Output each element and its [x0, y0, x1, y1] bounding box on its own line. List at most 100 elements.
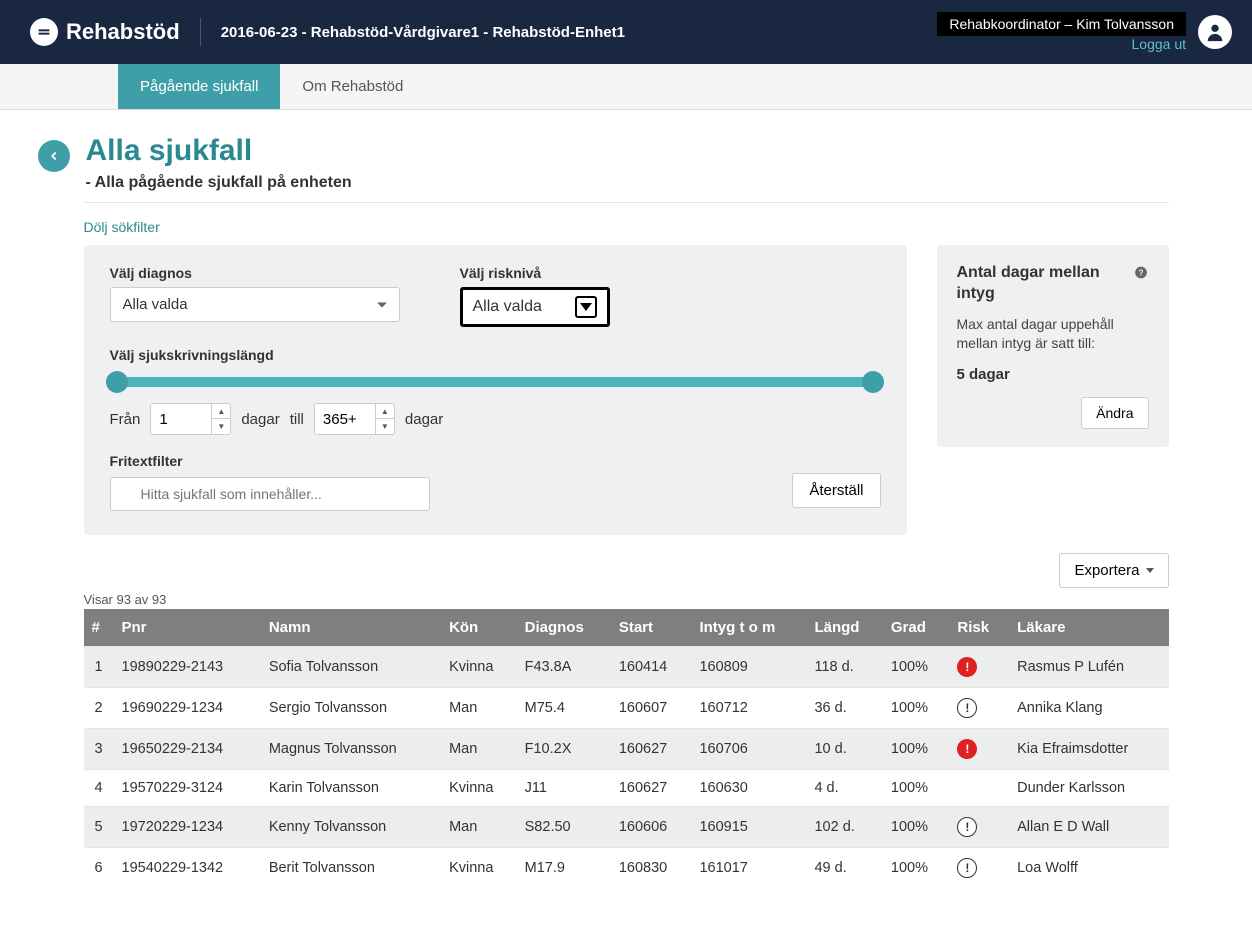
col-namn[interactable]: Namn	[261, 609, 441, 647]
freetext-input[interactable]	[110, 477, 430, 511]
cell-langd: 4 d.	[806, 770, 882, 807]
length-slider[interactable]	[110, 377, 881, 387]
cell-diagnos: F43.8A	[517, 647, 611, 688]
to-step-down[interactable]: ▼	[376, 419, 394, 434]
col-lakare[interactable]: Läkare	[1009, 609, 1168, 647]
tabs-bar: Pågående sjukfall Om Rehabstöd	[0, 64, 1252, 110]
col-grad[interactable]: Grad	[883, 609, 950, 647]
svg-text:?: ?	[1139, 268, 1144, 277]
avatar[interactable]	[1198, 15, 1232, 49]
cell-namn: Berit Tolvansson	[261, 848, 441, 889]
col-index[interactable]: #	[84, 609, 114, 647]
from-step-down[interactable]: ▼	[212, 419, 230, 434]
cell-pnr: 19540229-1342	[114, 848, 261, 889]
col-diagnos[interactable]: Diagnos	[517, 609, 611, 647]
sjukfall-table: # Pnr Namn Kön Diagnos Start Intyg t o m…	[84, 609, 1169, 888]
from-label: Från	[110, 411, 141, 428]
col-pnr[interactable]: Pnr	[114, 609, 261, 647]
days-between-title: Antal dagar mellan intyg	[957, 263, 1131, 305]
slider-handle-from[interactable]	[106, 371, 128, 393]
table-row[interactable]: 319650229-2134Magnus TolvanssonManF10.2X…	[84, 729, 1169, 770]
back-button[interactable]	[38, 140, 70, 172]
cell-start: 160607	[611, 688, 692, 729]
cell-kon: Man	[441, 688, 517, 729]
cell-index: 6	[84, 848, 114, 889]
cell-kon: Kvinna	[441, 770, 517, 807]
logo[interactable]: Rehabstöd	[30, 18, 180, 46]
cell-risk: !	[949, 647, 1009, 688]
table-row[interactable]: 219690229-1234Sergio TolvanssonManM75.41…	[84, 688, 1169, 729]
cell-diagnos: F10.2X	[517, 729, 611, 770]
cell-diagnos: S82.50	[517, 807, 611, 848]
col-langd[interactable]: Längd	[806, 609, 882, 647]
table-row[interactable]: 419570229-3124Karin TolvanssonKvinnaJ111…	[84, 770, 1169, 807]
cell-pnr: 19650229-2134	[114, 729, 261, 770]
freetext-filter-label: Fritextfilter	[110, 453, 183, 469]
cell-start: 160606	[611, 807, 692, 848]
table-header-row: # Pnr Namn Kön Diagnos Start Intyg t o m…	[84, 609, 1169, 647]
cell-tom: 160706	[691, 729, 806, 770]
page-title: Alla sjukfall	[86, 134, 352, 168]
cell-index: 5	[84, 807, 114, 848]
toggle-filter-link[interactable]: Dölj sökfilter	[84, 219, 160, 235]
risk-select[interactable]: Alla valda	[460, 287, 610, 327]
cell-diagnos: M75.4	[517, 688, 611, 729]
cell-pnr: 19690229-1234	[114, 688, 261, 729]
header-divider	[200, 18, 201, 46]
cell-start: 160830	[611, 848, 692, 889]
days-between-value: 5 dagar	[957, 366, 1149, 383]
logo-icon	[30, 18, 58, 46]
to-input[interactable]	[315, 404, 375, 434]
days-between-desc: Max antal dagar uppehåll mellan intyg är…	[957, 315, 1149, 354]
table-row[interactable]: 619540229-1342Berit TolvanssonKvinnaM17.…	[84, 848, 1169, 889]
col-intyg-tom[interactable]: Intyg t o m	[691, 609, 806, 647]
to-step-up[interactable]: ▲	[376, 404, 394, 419]
col-risk[interactable]: Risk	[949, 609, 1009, 647]
cell-tom: 160712	[691, 688, 806, 729]
cell-kon: Kvinna	[441, 647, 517, 688]
user-icon	[1204, 21, 1226, 43]
risk-low-icon: !	[957, 817, 977, 837]
cell-risk: !	[949, 729, 1009, 770]
diagnosis-select[interactable]: Alla valda	[110, 287, 400, 322]
cell-grad: 100%	[883, 807, 950, 848]
tab-om-rehabstod[interactable]: Om Rehabstöd	[280, 64, 425, 109]
days-between-panel: Antal dagar mellan intyg ? Max antal dag…	[937, 245, 1169, 447]
tab-pagaende-sjukfall[interactable]: Pågående sjukfall	[118, 64, 280, 109]
from-input[interactable]	[151, 404, 211, 434]
help-icon[interactable]: ?	[1134, 265, 1148, 280]
table-row[interactable]: 519720229-1234Kenny TolvanssonManS82.501…	[84, 807, 1169, 848]
cell-namn: Magnus Tolvansson	[261, 729, 441, 770]
cell-grad: 100%	[883, 848, 950, 889]
cell-start: 160627	[611, 729, 692, 770]
reset-button[interactable]: Återställ	[792, 473, 880, 508]
col-kon[interactable]: Kön	[441, 609, 517, 647]
col-start[interactable]: Start	[611, 609, 692, 647]
risk-high-icon: !	[957, 657, 977, 677]
cell-langd: 118 d.	[806, 647, 882, 688]
cell-lakare: Loa Wolff	[1009, 848, 1168, 889]
cell-kon: Kvinna	[441, 848, 517, 889]
days-label-2: dagar	[405, 411, 443, 428]
export-button[interactable]: Exportera	[1059, 553, 1168, 588]
to-stepper[interactable]: ▲ ▼	[314, 403, 395, 435]
logout-link[interactable]: Logga ut	[937, 36, 1186, 52]
table-row[interactable]: 119890229-2143Sofia TolvanssonKvinnaF43.…	[84, 647, 1169, 688]
cell-index: 4	[84, 770, 114, 807]
cell-tom: 160809	[691, 647, 806, 688]
filter-panel: Välj diagnos Alla valda Välj risknivå Al…	[84, 245, 907, 535]
from-step-up[interactable]: ▲	[212, 404, 230, 419]
result-count: Visar 93 av 93	[84, 592, 1169, 607]
risk-select-value: Alla valda	[473, 298, 542, 316]
cell-tom: 161017	[691, 848, 806, 889]
risk-high-icon: !	[957, 739, 977, 759]
cell-risk	[949, 770, 1009, 807]
arrow-left-icon	[47, 149, 61, 163]
change-days-button[interactable]: Ändra	[1081, 397, 1148, 429]
slider-handle-to[interactable]	[862, 371, 884, 393]
from-stepper[interactable]: ▲ ▼	[150, 403, 231, 435]
risk-filter-label: Välj risknivå	[460, 265, 610, 281]
title-divider	[84, 202, 1169, 203]
cell-kon: Man	[441, 807, 517, 848]
cell-tom: 160915	[691, 807, 806, 848]
